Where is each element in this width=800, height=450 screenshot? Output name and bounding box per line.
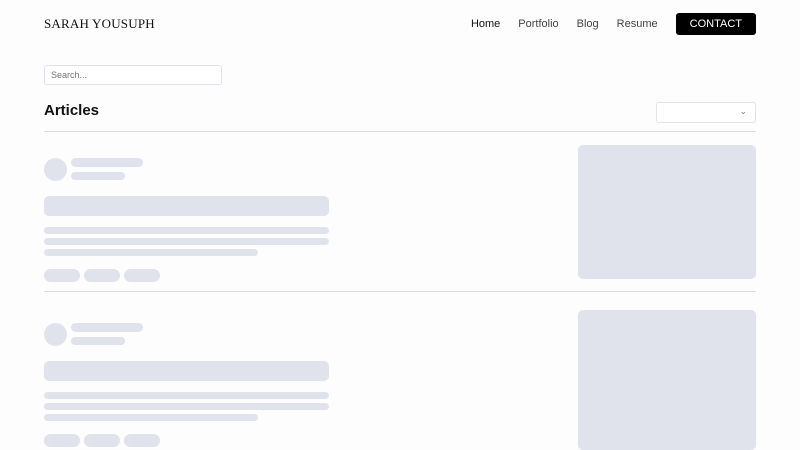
nav-blog[interactable]: Blog (577, 18, 599, 30)
chevron-down-icon: ⌄ (739, 106, 747, 116)
main-nav: Home Portfolio Blog Resume CONTACT (471, 13, 756, 35)
author-placeholder (71, 158, 143, 167)
tag-placeholder (84, 434, 120, 447)
avatar-placeholder (44, 323, 67, 346)
date-placeholder (71, 172, 125, 180)
text-placeholder (44, 403, 329, 410)
tag-placeholder (124, 434, 160, 447)
page-title: Articles (44, 102, 100, 119)
nav-portfolio[interactable]: Portfolio (518, 18, 558, 30)
nav-resume[interactable]: Resume (617, 18, 658, 30)
text-placeholder (44, 238, 329, 245)
tag-placeholder (44, 269, 80, 282)
search-input[interactable] (44, 65, 222, 85)
text-placeholder (44, 227, 329, 234)
text-placeholder (44, 392, 329, 399)
author-placeholder (71, 323, 143, 332)
image-placeholder (578, 145, 756, 279)
text-placeholder (44, 249, 258, 256)
headline-placeholder (44, 196, 329, 216)
text-placeholder (44, 414, 258, 421)
tag-placeholder (124, 269, 160, 282)
tag-placeholder (44, 434, 80, 447)
divider (44, 131, 756, 132)
headline-placeholder (44, 361, 329, 381)
date-placeholder (71, 337, 125, 345)
sort-select[interactable]: ⌄ (656, 102, 756, 123)
tag-placeholder (84, 269, 120, 282)
divider (44, 291, 756, 292)
site-logo[interactable]: SARAH YOUSUPH (44, 16, 155, 32)
nav-home[interactable]: Home (471, 18, 500, 30)
contact-button[interactable]: CONTACT (675, 13, 756, 35)
image-placeholder (578, 310, 756, 450)
avatar-placeholder (44, 158, 67, 181)
